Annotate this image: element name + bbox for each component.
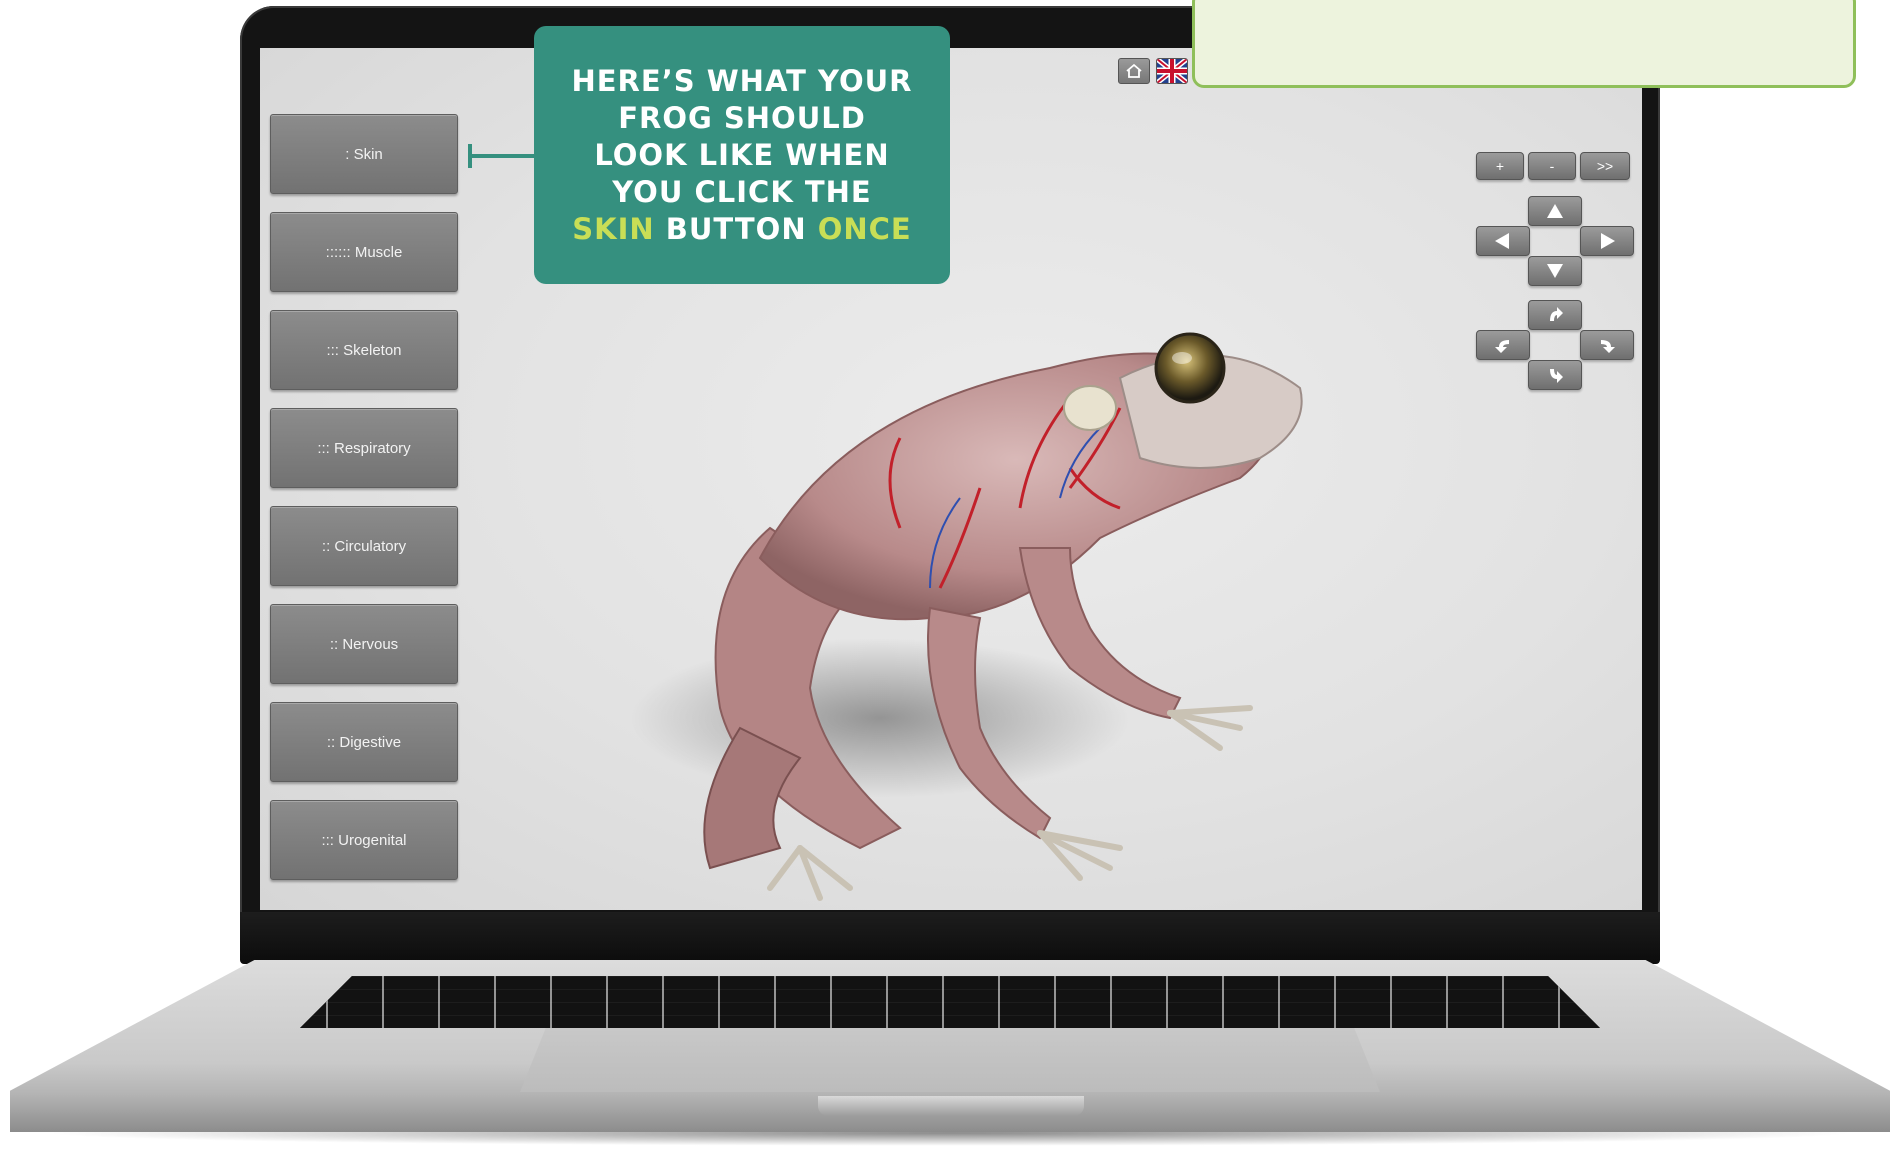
urogenital-button[interactable]: ::: Urogenital (270, 800, 458, 880)
laptop-notch (818, 1096, 1084, 1116)
arrow-down-icon (1547, 264, 1563, 278)
zoom-in-label: + (1495, 158, 1505, 174)
callout-highlight-skin: SKIN (572, 211, 655, 246)
pan-up-button[interactable] (1528, 196, 1582, 226)
arrow-left-icon (1495, 233, 1509, 249)
home-icon (1126, 63, 1142, 78)
laptop-bezel (240, 912, 1660, 964)
frog-model[interactable] (600, 288, 1320, 908)
zoom-out-button[interactable]: - (1528, 152, 1576, 180)
muscle-button-label: :::::: Muscle (325, 243, 403, 261)
language-button[interactable] (1156, 58, 1188, 84)
top-toolbar (1118, 58, 1188, 84)
digestive-button-label: :: Digestive (326, 733, 402, 751)
rotate-up-button[interactable] (1528, 300, 1582, 330)
zoom-in-button[interactable]: + (1476, 152, 1524, 180)
pan-right-button[interactable] (1580, 226, 1634, 256)
app-screen: : Skin :::::: Muscle ::: Skeleton ::: Re… (260, 48, 1642, 910)
urogenital-button-label: ::: Urogenital (321, 831, 407, 849)
next-button[interactable]: >> (1580, 152, 1630, 180)
callout-text: HERE’S WHAT YOUR FROG SHOULD LOOK LIKE W… (571, 63, 912, 248)
circulatory-button-label: :: Circulatory (321, 537, 407, 555)
home-button[interactable] (1118, 58, 1150, 84)
callout-line-1: HERE’S WHAT YOUR (571, 63, 913, 98)
callout-highlight-once: ONCE (817, 211, 912, 246)
pan-down-button[interactable] (1528, 256, 1582, 286)
callout-line-3: LOOK LIKE WHEN (594, 137, 890, 172)
rotate-right-button[interactable] (1580, 330, 1634, 360)
uk-flag-icon (1157, 59, 1187, 83)
nervous-button-label: :: Nervous (329, 635, 399, 653)
callout-middle: BUTTON (654, 211, 818, 246)
respiratory-button-label: ::: Respiratory (317, 439, 411, 457)
next-label: >> (1596, 158, 1614, 174)
skin-button[interactable]: : Skin (270, 114, 458, 194)
rotate-left-icon (1495, 340, 1509, 353)
respiratory-button[interactable]: ::: Respiratory (270, 408, 458, 488)
rotate-up-icon (1550, 307, 1563, 321)
rotate-right-icon (1601, 340, 1615, 353)
laptop-keyboard (300, 976, 1600, 1028)
skeleton-button[interactable]: ::: Skeleton (270, 310, 458, 390)
callout-line-2: FROG SHOULD (618, 100, 866, 135)
rotate-left-button[interactable] (1476, 330, 1530, 360)
pan-left-button[interactable] (1476, 226, 1530, 256)
rotate-down-button[interactable] (1528, 360, 1582, 390)
callout-line-4: YOU CLICK THE (612, 174, 872, 209)
muscle-button[interactable]: :::::: Muscle (270, 212, 458, 292)
arrow-up-icon (1547, 204, 1563, 218)
digestive-button[interactable]: :: Digestive (270, 702, 458, 782)
laptop-trackpad (520, 1028, 1380, 1092)
rotate-down-icon (1550, 369, 1563, 383)
arrow-right-icon (1601, 233, 1615, 249)
circulatory-button[interactable]: :: Circulatory (270, 506, 458, 586)
skin-button-label: : Skin (345, 145, 383, 163)
zoom-out-label: - (1549, 158, 1555, 174)
instruction-callout: HERE’S WHAT YOUR FROG SHOULD LOOK LIKE W… (534, 26, 950, 284)
callout-connector (468, 154, 534, 158)
note-box (1192, 0, 1856, 88)
skeleton-button-label: ::: Skeleton (326, 341, 402, 359)
nervous-button[interactable]: :: Nervous (270, 604, 458, 684)
